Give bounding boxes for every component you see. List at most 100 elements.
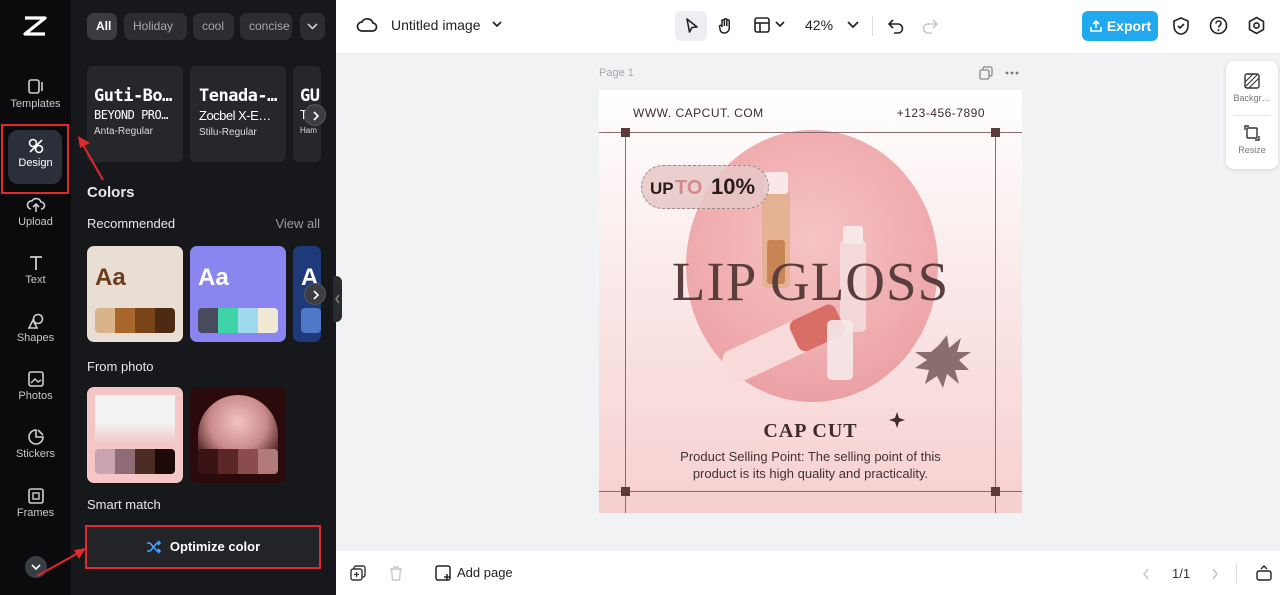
view-all-link[interactable]: View all [275, 216, 320, 231]
rail-label: Templates [10, 98, 61, 110]
rail-more-button[interactable] [25, 556, 47, 578]
rail-label: Photos [18, 390, 53, 402]
poster-website[interactable]: WWW. CAPCUT. COM [633, 106, 764, 120]
background-tool[interactable]: Backgr… [1226, 73, 1278, 103]
chip-all[interactable]: All [87, 13, 117, 40]
layout-icon[interactable] [753, 16, 771, 34]
chevron-down-icon[interactable] [775, 21, 785, 29]
photo-thumbnail [95, 395, 175, 445]
shapes-icon [0, 312, 71, 332]
guide-line [995, 132, 996, 513]
resize-icon [1244, 125, 1260, 141]
badge-up-text: UP [650, 179, 674, 198]
poster-description[interactable]: Product Selling Point: The selling point… [659, 448, 962, 482]
page-counter: 1/1 [1172, 566, 1191, 581]
more-options-icon[interactable] [1005, 66, 1019, 80]
top-toolbar: Untitled image 42% Export [336, 0, 1280, 53]
rail-item-shapes[interactable]: Shapes [0, 312, 71, 368]
color-palette-card[interactable]: Aa [87, 246, 183, 342]
chip-cool[interactable]: cool [193, 13, 234, 40]
add-page-button[interactable]: Add page [457, 565, 513, 580]
right-tool-panel: Backgr… Resize [1226, 61, 1278, 169]
chip-holiday[interactable]: Holiday [124, 13, 187, 40]
chevron-down-icon [307, 23, 318, 30]
help-icon[interactable] [1209, 16, 1228, 35]
export-upload-icon [1090, 19, 1102, 32]
panel-toggle-icon[interactable] [1256, 565, 1272, 581]
photo-palette-card[interactable] [190, 387, 286, 483]
hand-icon[interactable] [716, 16, 736, 36]
resize-tool[interactable]: Resize [1226, 125, 1278, 155]
document-title[interactable]: Untitled image [391, 17, 481, 33]
undo-icon[interactable] [887, 17, 905, 35]
toolbar-divider [872, 16, 873, 36]
rail-item-text[interactable]: Text [0, 254, 71, 310]
font-preset-card[interactable]: Tenada-… Zocbel X-E… Stilu-Regular [190, 66, 286, 162]
fonts-next-button[interactable] [304, 104, 326, 126]
pointer-icon [686, 18, 698, 33]
zoom-level[interactable]: 42% [805, 17, 833, 33]
copy-page-icon[interactable] [350, 565, 366, 581]
chevron-left-icon [335, 294, 340, 304]
rail-item-upload[interactable]: Upload [0, 196, 71, 252]
rail-item-frames[interactable]: Frames [0, 487, 71, 543]
background-label: Backgr… [1233, 93, 1271, 103]
from-photo-heading: From photo [87, 359, 154, 374]
add-page-icon[interactable] [435, 565, 451, 581]
font-preset-subtitle: Zocbel X-E… [199, 108, 271, 123]
palette-sample-text: Aa [198, 264, 229, 291]
chevron-down-icon[interactable] [847, 21, 859, 30]
optimize-color-button[interactable]: Optimize color [85, 525, 321, 569]
rail-item-photos[interactable]: Photos [0, 370, 71, 426]
divider [1234, 115, 1270, 116]
palette-swatches [198, 308, 278, 333]
capcut-logo-icon[interactable] [21, 14, 49, 38]
palette-sample-text: Aa [95, 264, 126, 291]
bottom-bar: Add page 1/1 [336, 551, 1280, 595]
resize-handle[interactable] [991, 487, 1000, 496]
palette-swatches [95, 449, 175, 474]
sticker-icon [0, 428, 71, 448]
chevron-down-icon [31, 564, 41, 571]
font-preset-title: GU [300, 86, 320, 106]
settings-gear-icon[interactable] [1247, 16, 1266, 35]
photo-icon [0, 370, 71, 390]
divider [1236, 563, 1237, 583]
trash-icon[interactable] [388, 565, 404, 581]
export-button[interactable]: Export [1082, 11, 1158, 41]
palettes-next-button[interactable] [304, 283, 326, 305]
chevron-left-icon[interactable] [1141, 567, 1151, 581]
poster-phone[interactable]: +123-456-7890 [897, 106, 985, 120]
resize-handle[interactable] [621, 128, 630, 137]
font-preset-subtitle: BEYOND PRO… [94, 108, 168, 122]
resize-label: Resize [1238, 145, 1266, 155]
rail-label: Frames [16, 507, 55, 519]
chevron-down-icon[interactable] [491, 20, 503, 30]
palette-swatches [95, 308, 175, 333]
panel-collapse-handle[interactable] [333, 276, 342, 322]
resize-handle[interactable] [991, 128, 1000, 137]
rail-item-stickers[interactable]: Stickers [0, 428, 71, 484]
design-panel: All Holiday cool concise Guti-Bo… BEYOND… [71, 0, 336, 595]
chip-concise[interactable]: concise [240, 13, 292, 40]
chips-expand-button[interactable] [300, 13, 325, 40]
rail-label: Text [25, 274, 46, 286]
shield-check-icon[interactable] [1172, 16, 1190, 36]
duplicate-page-icon[interactable] [979, 66, 993, 80]
colors-heading: Colors [87, 184, 135, 201]
badge-to-text: TO [675, 177, 703, 199]
select-tool-button[interactable] [675, 11, 707, 41]
font-preset-card[interactable]: Guti-Bo… BEYOND PRO… Anta-Regular [87, 66, 183, 162]
discount-badge[interactable]: UP TO 10% [641, 165, 769, 209]
poster-canvas[interactable]: LIP GLOSS WWW. CAPCUT. COM +123-456-7890… [599, 90, 1022, 513]
chevron-right-icon[interactable] [1210, 567, 1220, 581]
redo-icon[interactable] [921, 17, 939, 35]
poster-brand[interactable]: CAP CUT [599, 420, 1022, 443]
photo-palette-card[interactable] [87, 387, 183, 483]
poster-headline[interactable]: LIP GLOSS [599, 250, 1022, 313]
cloud-sync-icon[interactable] [356, 16, 378, 36]
rail-label: Stickers [15, 448, 56, 460]
left-rail: Templates Design Upload Text Shapes Phot… [0, 0, 71, 595]
color-palette-card[interactable]: Aa [190, 246, 286, 342]
resize-handle[interactable] [621, 487, 630, 496]
